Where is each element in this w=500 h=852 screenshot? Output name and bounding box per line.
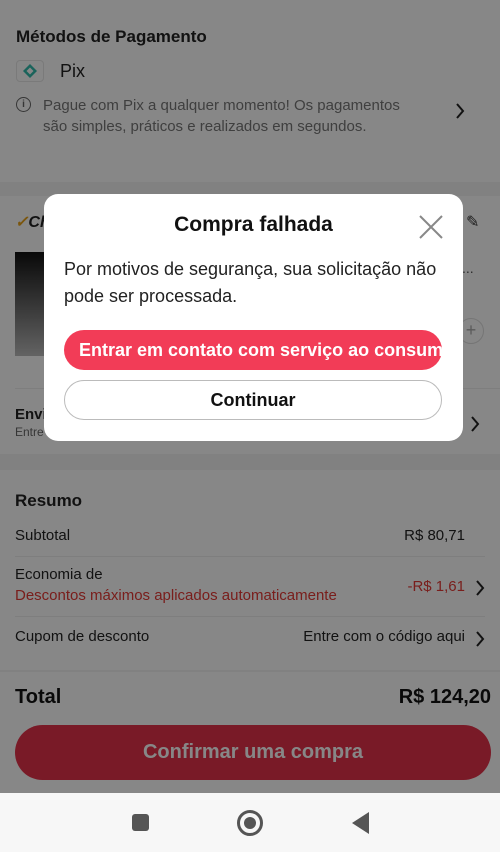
- dialog-title: Compra falhada: [174, 213, 333, 236]
- purchase-failed-dialog: Compra falhada Por motivos de segurança,…: [44, 194, 463, 441]
- system-navigation-bar: [0, 793, 500, 852]
- back-button[interactable]: [330, 793, 390, 852]
- dialog-message: Por motivos de segurança, sua solicitaçã…: [64, 259, 437, 306]
- continue-button[interactable]: Continuar: [64, 380, 442, 420]
- contact-support-button[interactable]: Entrar em contato com serviço ao consumi…: [64, 330, 463, 370]
- home-button[interactable]: [220, 793, 280, 852]
- recents-button[interactable]: [110, 793, 170, 852]
- square-icon: [131, 814, 149, 831]
- home-circle-icon: [237, 809, 263, 836]
- back-triangle-icon: [351, 811, 369, 834]
- checkout-page: Métodos de Pagamento Pix i Pague com Pix…: [0, 0, 500, 852]
- close-icon[interactable]: [418, 214, 444, 240]
